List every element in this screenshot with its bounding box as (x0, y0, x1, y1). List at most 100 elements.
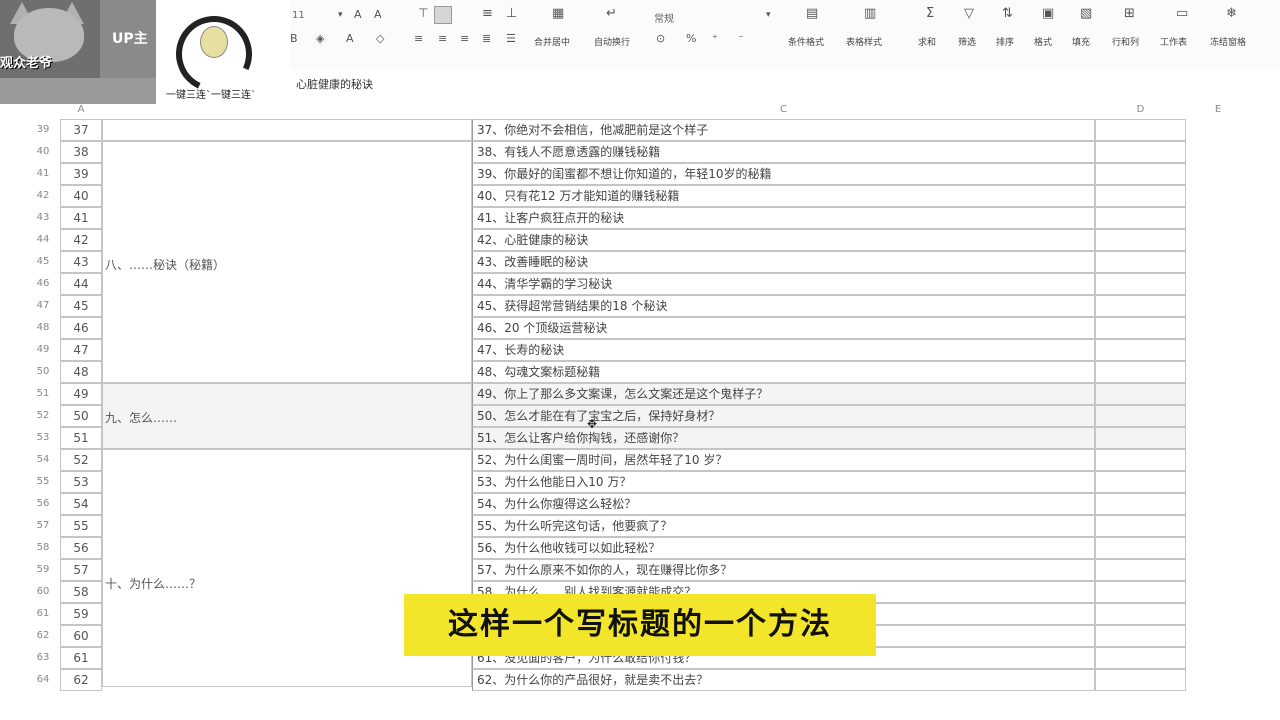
row-header[interactable]: 58 (26, 537, 60, 559)
filter-button[interactable]: 筛选 (958, 35, 976, 48)
cell-empty[interactable] (1095, 207, 1186, 229)
cell-empty[interactable] (1095, 427, 1186, 449)
row-header[interactable]: 57 (26, 515, 60, 537)
cell-empty[interactable] (1095, 537, 1186, 559)
cell-empty[interactable] (1095, 163, 1186, 185)
cell-title[interactable]: 57、为什么原来不如你的人，现在赚得比你多？ (472, 559, 1095, 581)
row-header[interactable]: 40 (26, 141, 60, 163)
cell-number[interactable]: 56 (60, 537, 102, 559)
row-header[interactable]: 49 (26, 339, 60, 361)
font-grow-icon[interactable]: A (354, 8, 362, 21)
worksheet-button[interactable]: 工作表 (1160, 35, 1187, 48)
cell-empty[interactable] (1095, 647, 1186, 669)
cell-number[interactable]: 61 (60, 647, 102, 669)
align-top-icon[interactable]: ⊤ (418, 6, 428, 20)
row-header[interactable]: 64 (26, 669, 60, 691)
cell-number[interactable]: 55 (60, 515, 102, 537)
row-header[interactable]: 46 (26, 273, 60, 295)
merge-center-button[interactable]: 合并居中 (534, 35, 570, 48)
cell-title[interactable]: 40、只有花12 万才能知道的赚钱秘籍 (472, 185, 1095, 207)
sort-button[interactable]: 排序 (996, 35, 1014, 48)
cell-number[interactable]: 59 (60, 603, 102, 625)
cell-title[interactable]: 39、你最好的闺蜜都不想让你知道的，年轻10岁的秘籍 (472, 163, 1095, 185)
cell-number[interactable]: 48 (60, 361, 102, 383)
clear-icon[interactable]: ◇ (376, 32, 384, 45)
row-header[interactable]: 44 (26, 229, 60, 251)
currency-icon[interactable]: ⊙ (656, 32, 665, 45)
row-header[interactable]: 62 (26, 625, 60, 647)
cell-number[interactable]: 58 (60, 581, 102, 603)
group-cell-how[interactable]: 九、怎么…… (102, 383, 472, 449)
cell-number[interactable]: 53 (60, 471, 102, 493)
row-header[interactable]: 55 (26, 471, 60, 493)
cell-title[interactable]: 41、让客户疯狂点开的秘诀 (472, 207, 1095, 229)
cell-empty[interactable] (1095, 141, 1186, 163)
align-center-icon[interactable]: ≡ (438, 32, 447, 45)
justify-icon[interactable]: ≣ (482, 32, 491, 45)
row-header[interactable]: 53 (26, 427, 60, 449)
align-bottom-icon[interactable]: ⊥ (506, 6, 517, 21)
cell-title[interactable]: 55、为什么听完这句话，他要疯了？ (472, 515, 1095, 537)
merge-icon[interactable]: ▦ (552, 6, 564, 21)
cell-number[interactable]: 40 (60, 185, 102, 207)
row-header[interactable]: 60 (26, 581, 60, 603)
row-header[interactable]: 47 (26, 295, 60, 317)
cell-title[interactable]: 62、为什么你的产品很好，就是卖不出去？ (472, 669, 1095, 691)
row-header[interactable]: 48 (26, 317, 60, 339)
row-header[interactable]: 59 (26, 559, 60, 581)
cell-title[interactable]: 48、勾魂文案标题秘籍 (472, 361, 1095, 383)
cell-empty[interactable] (1095, 603, 1186, 625)
wrap-text-button[interactable]: 自动换行 (594, 35, 630, 48)
cell-title[interactable]: 51、怎么让客户给你掏钱，还感谢你？ (472, 427, 1095, 449)
cell-number[interactable]: 43 (60, 251, 102, 273)
cell-title[interactable]: 38、有钱人不愿意透露的赚钱秘籍 (472, 141, 1095, 163)
cell-title[interactable]: 46、20 个顶级运营秘诀 (472, 317, 1095, 339)
fill-button[interactable]: 填充 (1072, 35, 1090, 48)
number-format-select[interactable]: 常规 (654, 10, 674, 25)
align-middle-icon[interactable]: ≡ (482, 6, 493, 21)
cell-number[interactable]: 54 (60, 493, 102, 515)
cell-number[interactable]: 57 (60, 559, 102, 581)
row-header[interactable]: 50 (26, 361, 60, 383)
row-header[interactable]: 63 (26, 647, 60, 669)
rows-cols-icon[interactable]: ⊞ (1124, 6, 1135, 21)
cell-title[interactable]: 45、获得超常营销结果的18 个秘诀 (472, 295, 1095, 317)
formula-bar[interactable]: 心脏健康的秘诀 (290, 74, 1280, 94)
cell-empty[interactable] (1095, 251, 1186, 273)
cell-number[interactable]: 51 (60, 427, 102, 449)
cell-number[interactable]: 62 (60, 669, 102, 691)
distribute-icon[interactable]: ☰ (506, 32, 516, 45)
freeze-icon[interactable]: ❄ (1226, 6, 1237, 21)
cell-empty[interactable] (1095, 559, 1186, 581)
font-color-icon[interactable]: A (346, 32, 354, 45)
font-size-select[interactable]: 11 (292, 10, 305, 21)
cell-empty[interactable] (1095, 493, 1186, 515)
cell-empty[interactable] (1095, 581, 1186, 603)
cell-number[interactable]: 45 (60, 295, 102, 317)
column-header-a[interactable]: A (60, 104, 102, 118)
row-header[interactable]: 51 (26, 383, 60, 405)
cell-number[interactable]: 50 (60, 405, 102, 427)
conditional-format-icon[interactable]: ▤ (806, 6, 818, 21)
cell-empty[interactable] (1095, 295, 1186, 317)
cell-title[interactable]: 43、改善睡眠的秘诀 (472, 251, 1095, 273)
cell-title[interactable]: 37、你绝对不会相信，他减肥前是这个样子 (472, 119, 1095, 141)
cell-title[interactable]: 44、清华学霸的学习秘诀 (472, 273, 1095, 295)
filter-icon[interactable]: ▽ (964, 6, 974, 21)
align-left-icon[interactable]: ≡ (414, 32, 423, 45)
cell-empty[interactable] (1095, 339, 1186, 361)
align-right-icon[interactable]: ≡ (460, 32, 469, 45)
group-cell-secrets[interactable]: 八、……秘诀（秘籍） (102, 141, 472, 383)
format-button[interactable]: 格式 (1034, 35, 1052, 48)
cell-empty[interactable] (1095, 185, 1186, 207)
formula-content[interactable]: 心脏健康的秘诀 (296, 76, 373, 92)
fill-icon[interactable]: ▧ (1080, 6, 1092, 21)
cell-empty[interactable] (1095, 625, 1186, 647)
row-header[interactable]: 45 (26, 251, 60, 273)
bold-icon[interactable]: B (290, 32, 298, 45)
cell-number[interactable]: 60 (60, 625, 102, 647)
table-style-icon[interactable]: ▥ (864, 6, 876, 21)
cell-title[interactable]: 47、长寿的秘诀 (472, 339, 1095, 361)
font-shrink-icon[interactable]: A (374, 8, 382, 21)
row-header[interactable]: 61 (26, 603, 60, 625)
